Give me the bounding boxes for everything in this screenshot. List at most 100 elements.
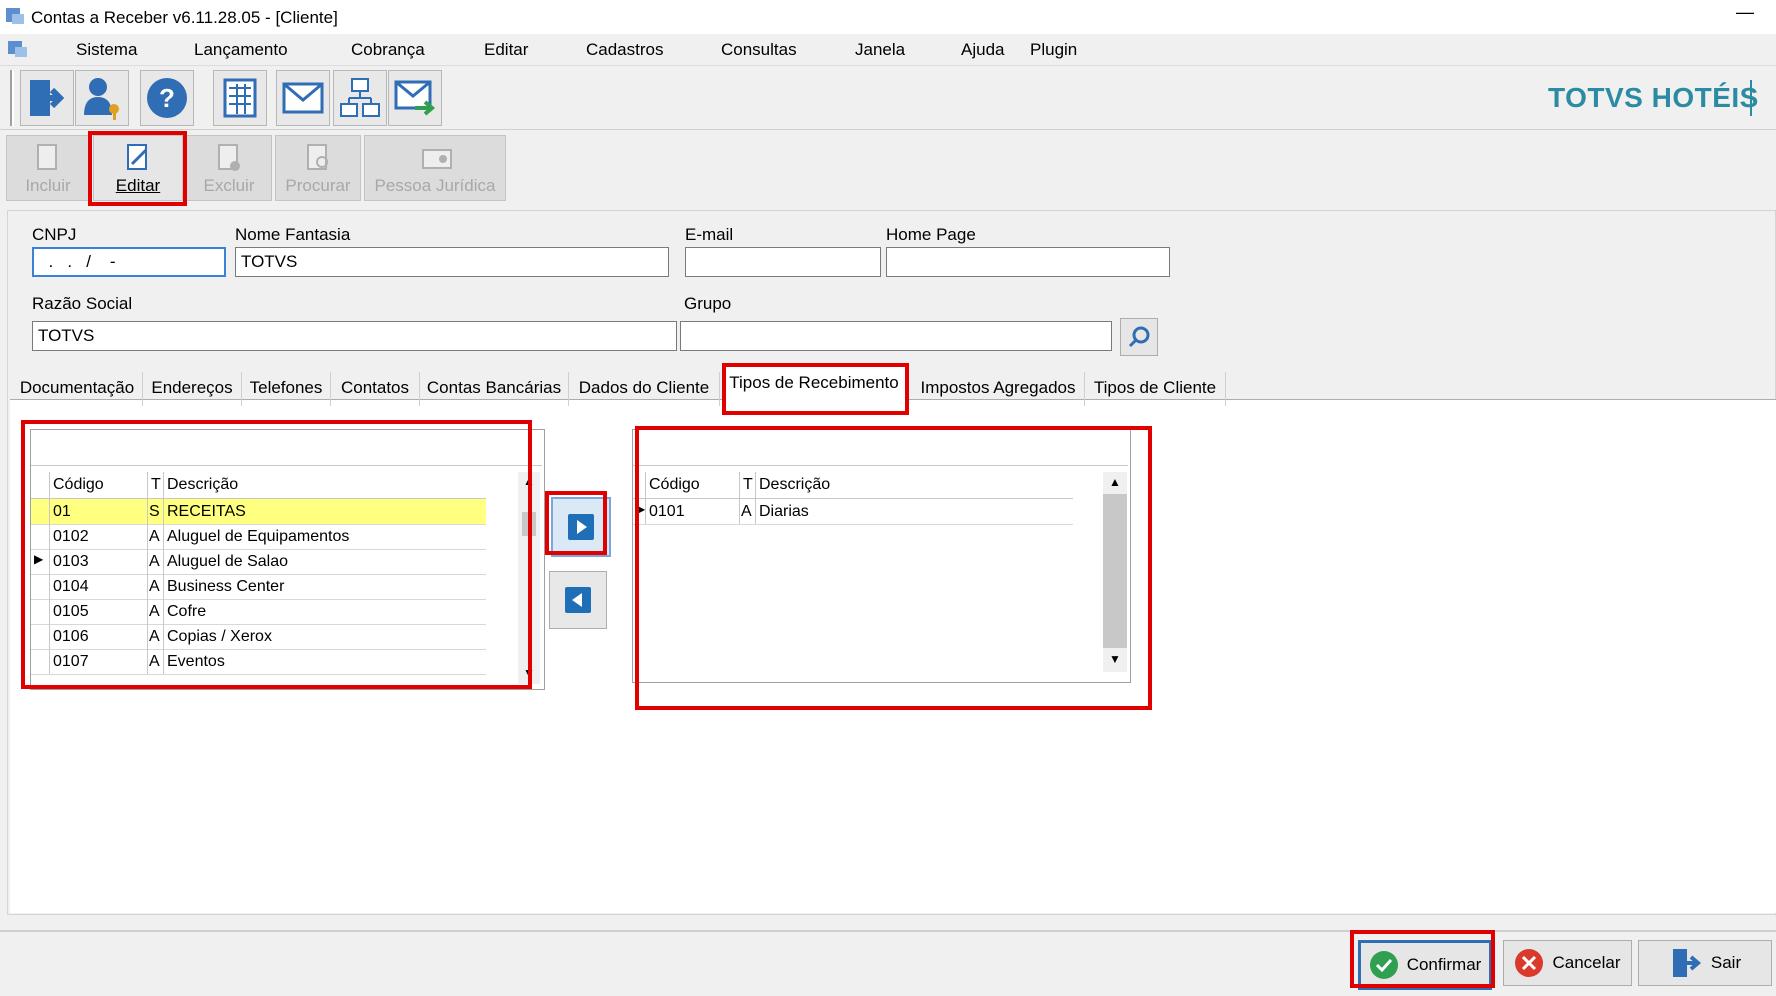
cell-t: A <box>149 553 160 570</box>
pessoa-juridica-button[interactable]: Pessoa Jurídica <box>364 135 506 201</box>
table-row[interactable]: 0104 A Business Center <box>31 574 486 600</box>
toolbar-grip <box>10 70 14 126</box>
calculator-button[interactable] <box>213 70 267 126</box>
email-input[interactable] <box>685 247 881 277</box>
available-types-filter[interactable] <box>31 430 542 466</box>
sair-button[interactable]: Sair <box>1638 940 1772 986</box>
cell-codigo: 0104 <box>53 578 89 595</box>
add-type-button[interactable] <box>551 497 611 557</box>
delete-document-icon <box>218 144 240 171</box>
main-toolbar: ? <box>0 66 1776 130</box>
menu-lancamento[interactable]: Lançamento <box>194 40 288 60</box>
col-t[interactable]: T <box>743 476 753 494</box>
col-t[interactable]: T <box>151 476 161 494</box>
table-row[interactable]: 0106 A Copias / Xerox <box>31 624 486 650</box>
home-page-label: Home Page <box>886 225 976 244</box>
email-send-button[interactable] <box>388 70 442 126</box>
exit-icon <box>30 80 65 116</box>
sair-label: Sair <box>1710 953 1742 972</box>
brand-logo: TOTVS HOTÉIS <box>1548 82 1759 113</box>
tab-contas-bancarias[interactable]: Contas Bancárias <box>420 372 569 406</box>
row-indicator-icon: ▶ <box>636 502 646 516</box>
scroll-up-icon[interactable]: ▲ <box>523 474 535 488</box>
arrow-right-icon <box>568 514 594 540</box>
brand-divider <box>1750 80 1752 116</box>
menu-sistema[interactable]: Sistema <box>76 40 137 60</box>
menu-plugin[interactable]: Plugin <box>1030 40 1077 60</box>
table-row[interactable]: 0107 A Eventos <box>31 649 486 675</box>
table-row[interactable]: ▶ 0101 A Diarias <box>633 499 1073 525</box>
title-bar: Contas a Receber v6.11.28.05 - [Cliente]… <box>0 0 1776 34</box>
table-row[interactable]: 01 S RECEITAS <box>31 499 486 525</box>
selected-grid-scrollbar[interactable]: ▲ ▼ <box>1103 472 1127 672</box>
confirmar-button[interactable]: Confirmar <box>1358 940 1492 990</box>
tab-contatos[interactable]: Contatos <box>331 372 420 406</box>
menu-ajuda[interactable]: Ajuda <box>961 40 1004 60</box>
incluir-label: Incluir <box>25 176 71 195</box>
nome-fantasia-input[interactable] <box>235 247 669 277</box>
available-grid-body: 01 S RECEITAS 0102 A Aluguel de Equipamentos ▶… <box>31 499 486 677</box>
procurar-button[interactable]: Procurar <box>275 135 361 201</box>
available-grid-header: Código T Descrição <box>31 472 486 499</box>
cell-t: A <box>149 653 160 670</box>
cell-codigo: 0107 <box>53 653 89 670</box>
remove-type-button[interactable] <box>549 571 607 629</box>
menu-cobranca[interactable]: Cobrança <box>351 40 425 60</box>
excluir-button[interactable]: Excluir <box>186 135 272 201</box>
col-descricao[interactable]: Descrição <box>759 476 830 494</box>
tab-tipos-de-recebimento[interactable]: Tipos de Recebimento <box>722 366 906 407</box>
col-codigo[interactable]: Código <box>649 476 700 494</box>
col-codigo[interactable]: Código <box>53 476 104 494</box>
actions-toolbar: Incluir Editar Excluir Procurar Pessoa J… <box>0 131 1776 203</box>
cnpj-input[interactable] <box>32 247 226 277</box>
menu-editar[interactable]: Editar <box>484 40 528 60</box>
incluir-button[interactable]: Incluir <box>6 135 90 201</box>
editar-button[interactable]: Editar <box>93 135 183 201</box>
table-row[interactable]: ▶ 0103 A Aluguel de Salao <box>31 549 486 575</box>
edit-document-icon <box>127 144 148 170</box>
selected-types-filter[interactable] <box>633 430 1128 466</box>
cancelar-button[interactable]: Cancelar <box>1503 940 1632 986</box>
cell-descricao: Diarias <box>759 503 809 520</box>
tab-telefones[interactable]: Telefones <box>242 372 331 406</box>
home-page-input[interactable] <box>886 247 1170 277</box>
grupo-search-button[interactable] <box>1120 318 1158 356</box>
grupo-input[interactable] <box>680 321 1112 351</box>
tab-impostos-agregados[interactable]: Impostos Agregados <box>912 372 1085 406</box>
table-row[interactable]: 0105 A Cofre <box>31 599 486 625</box>
scroll-thumb[interactable] <box>522 512 536 536</box>
table-row[interactable]: 0102 A Aluguel de Equipamentos <box>31 524 486 550</box>
mdi-icon[interactable] <box>6 38 30 60</box>
check-icon <box>1369 951 1398 979</box>
tab-dados-do-cliente[interactable]: Dados do Cliente <box>569 372 720 406</box>
user-permissions-button[interactable] <box>75 70 129 126</box>
cell-t: A <box>149 528 160 545</box>
menu-janela[interactable]: Janela <box>855 40 905 60</box>
new-document-icon <box>37 144 57 170</box>
menu-bar: Sistema Lançamento Cobrança Editar Cadas… <box>0 34 1776 66</box>
email-send-icon <box>394 80 436 116</box>
minimize-button[interactable]: — <box>1730 2 1760 26</box>
menu-cadastros[interactable]: Cadastros <box>586 40 663 60</box>
cell-codigo: 0103 <box>53 553 89 570</box>
available-grid-scrollbar[interactable]: ▲ ▼ <box>518 472 540 684</box>
col-descricao[interactable]: Descrição <box>167 476 238 494</box>
email-button[interactable] <box>276 70 330 126</box>
help-icon: ? <box>147 78 187 118</box>
menu-consultas[interactable]: Consultas <box>721 40 797 60</box>
razao-social-input[interactable] <box>32 321 677 351</box>
selected-grid-body: ▶ 0101 A Diarias <box>633 499 1073 649</box>
cell-descricao: Aluguel de Salao <box>167 553 288 570</box>
tab-tipos-de-cliente[interactable]: Tipos de Cliente <box>1085 372 1226 406</box>
tab-enderecos[interactable]: Endereços <box>143 372 242 406</box>
scroll-down-icon[interactable]: ▼ <box>523 666 535 680</box>
help-button[interactable]: ? <box>140 70 194 126</box>
scroll-down-icon[interactable]: ▼ <box>1103 648 1127 672</box>
scroll-up-icon[interactable]: ▲ <box>1103 472 1127 494</box>
window-title: Contas a Receber v6.11.28.05 - [Cliente] <box>31 8 338 27</box>
cell-t: A <box>149 578 160 595</box>
search-document-icon <box>307 144 328 170</box>
exit-button[interactable] <box>20 70 74 126</box>
network-button[interactable] <box>333 70 387 126</box>
tab-documentacao[interactable]: Documentação <box>12 372 143 406</box>
